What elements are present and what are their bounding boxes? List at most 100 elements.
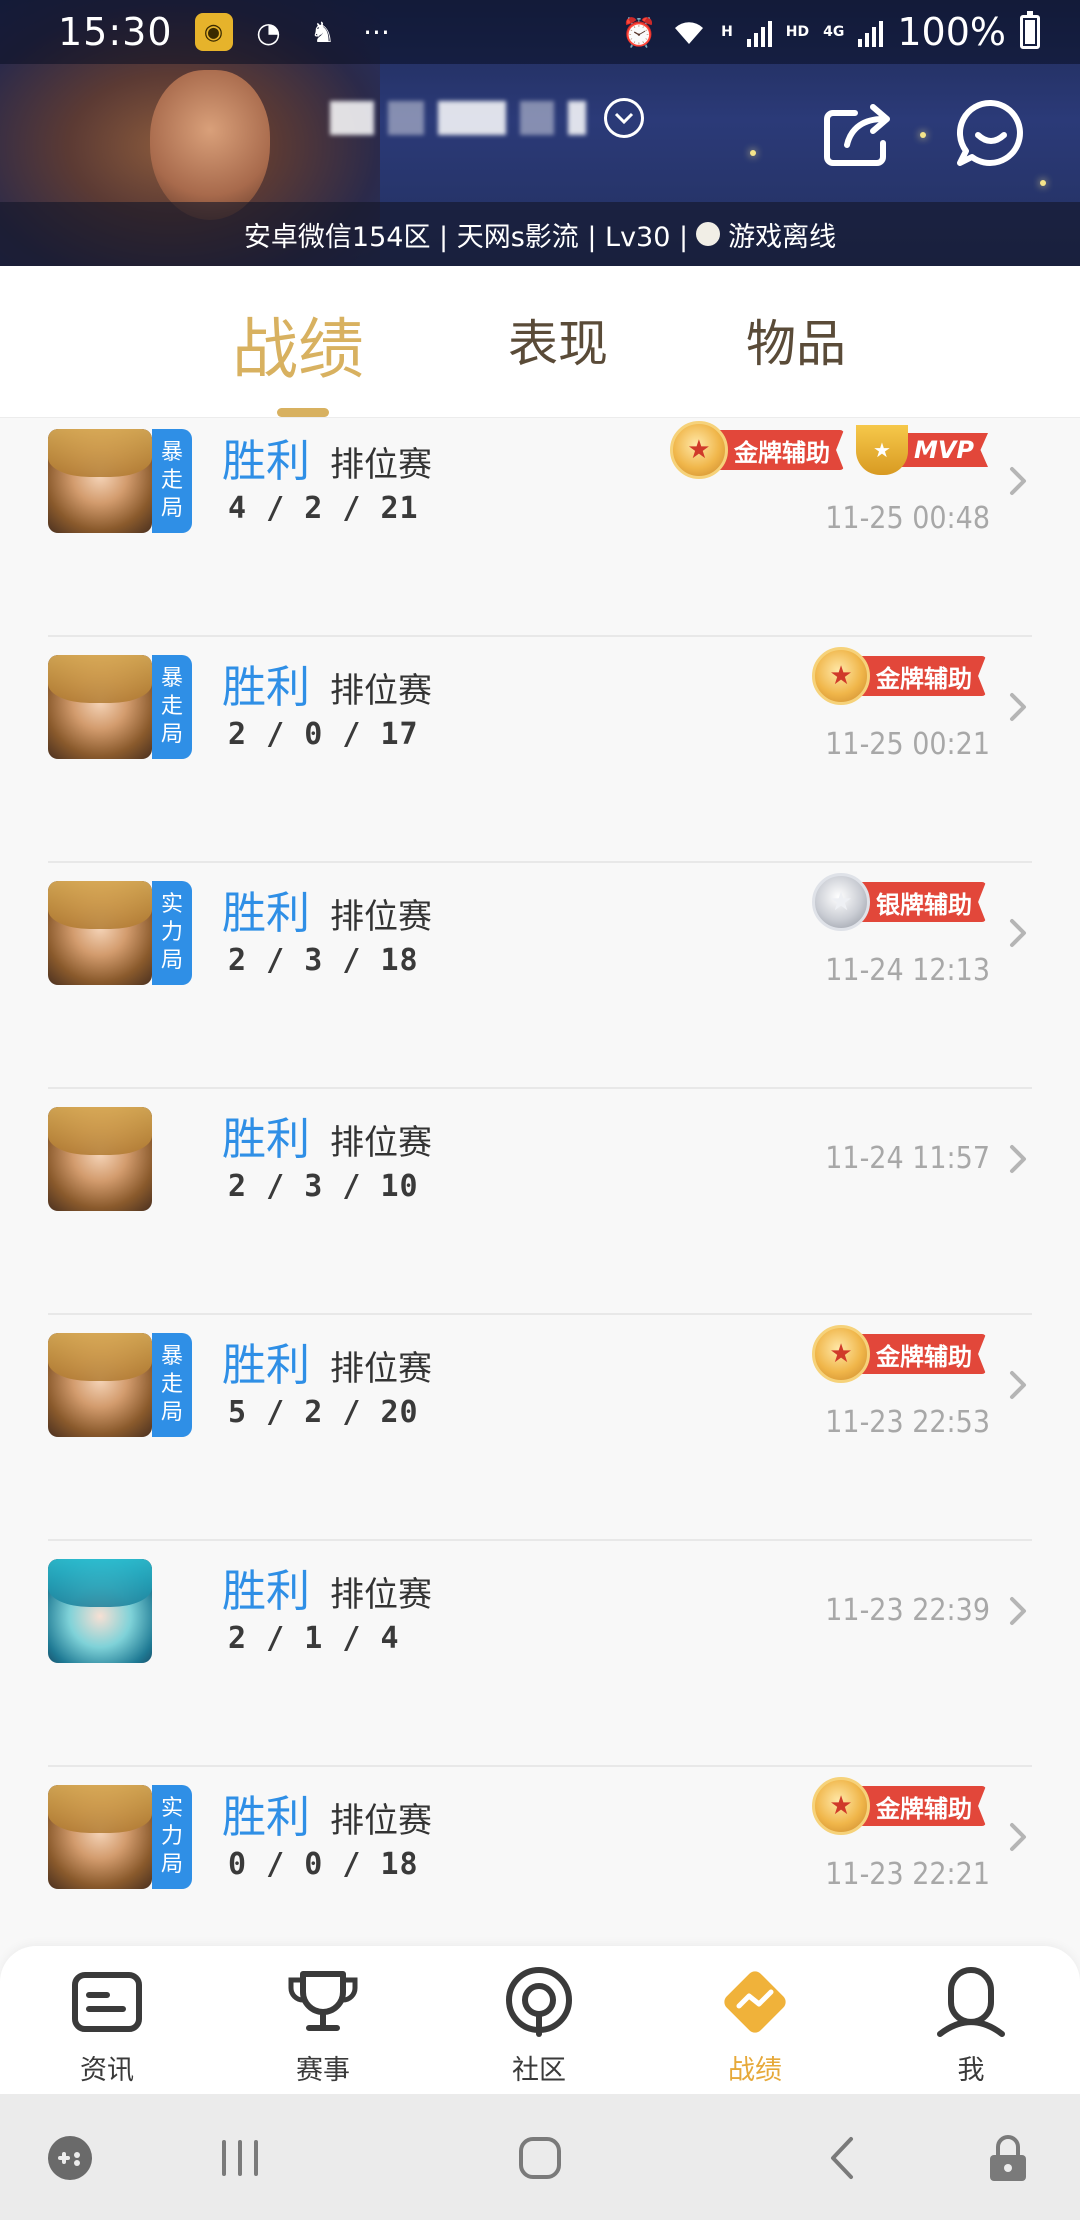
match-row[interactable]: 暴走局胜利 排位赛 4 / 2 / 21 11-25 00:48 ★ 金牌辅助 ★ MVP <box>48 419 1032 637</box>
award-label: 金牌辅助 <box>854 1786 986 1826</box>
chat-icon <box>957 99 1023 166</box>
app-notification-icon: ◉ <box>194 13 233 51</box>
back-button[interactable] <box>812 2130 872 2186</box>
news-icon <box>67 1962 147 2042</box>
nav-me[interactable]: 我 <box>911 1962 1031 2087</box>
match-row[interactable]: 暴走局胜利 排位赛 5 / 2 / 20 11-23 22:53 ★ 金牌辅助 <box>48 1315 1032 1541</box>
sparkle-decoration <box>920 132 926 138</box>
offline-status-dot <box>696 222 721 246</box>
status-bar: 15:30 ◉ ◔ ♞ ··· ⏰ H HD 4G 100% <box>0 0 1080 64</box>
hero-avatar <box>48 1785 152 1889</box>
home-button[interactable] <box>510 2130 570 2186</box>
share-button[interactable] <box>818 96 900 172</box>
award-badge: ★ 金牌辅助 <box>812 1777 986 1835</box>
game-mode-badge: 实力局 <box>152 881 192 985</box>
hero-avatar <box>48 429 152 533</box>
match-result: 胜利 <box>222 436 310 487</box>
match-result: 胜利 <box>222 1340 310 1391</box>
game-notification-icon: ♞ <box>309 15 336 49</box>
chevron-right-icon <box>1004 1139 1032 1179</box>
mvp-trophy-icon: ★ <box>855 425 908 475</box>
match-row[interactable]: 暴走局胜利 排位赛 2 / 0 / 17 11-25 00:21 ★ 金牌辅助 <box>48 637 1032 863</box>
nav-community[interactable]: 社区 <box>479 1962 599 2087</box>
chevron-right-icon <box>1004 1591 1032 1631</box>
chevron-right-icon <box>1004 1365 1032 1405</box>
game-mode-badge: 暴走局 <box>152 429 192 533</box>
community-icon <box>499 1962 579 2042</box>
match-row[interactable]: 胜利 排位赛 2 / 3 / 10 11-24 11:57 <box>48 1089 1032 1315</box>
nav-label: 赛事 <box>296 2055 350 2086</box>
game-mode-badge: 暴走局 <box>152 655 192 759</box>
chevron-right-icon <box>1004 461 1032 501</box>
gamepad-icon <box>48 2136 92 2180</box>
tab-items[interactable]: 物品 <box>746 304 846 376</box>
award-badge: ★ 银牌辅助 <box>812 873 986 931</box>
match-time: 11-23 22:53 <box>825 1405 990 1440</box>
obscured-name-block <box>438 101 506 135</box>
signal-bars-icon <box>746 17 772 47</box>
match-time: 11-25 00:48 <box>825 501 990 536</box>
tab-records[interactable]: 战绩 <box>232 296 364 392</box>
lock-button[interactable] <box>978 2130 1038 2186</box>
chat-button[interactable] <box>950 96 1032 172</box>
hero-avatar-art <box>48 655 152 703</box>
match-row[interactable]: 实力局胜利 排位赛 2 / 3 / 18 11-24 12:13 ★ 银牌辅助 <box>48 863 1032 1089</box>
game-mode-badge: 暴走局 <box>152 1333 192 1437</box>
chevron-right-icon <box>1004 913 1032 953</box>
hero-avatar-art <box>48 1559 152 1607</box>
player-name-row[interactable] <box>330 98 644 138</box>
mvp-badge: ★ MVP <box>855 425 988 475</box>
wifi-icon <box>671 14 707 50</box>
award-label: 银牌辅助 <box>854 882 986 922</box>
award-badge: ★ 金牌辅助 <box>812 647 986 705</box>
chevron-right-icon <box>1004 687 1032 727</box>
match-time: 11-24 12:13 <box>825 953 990 988</box>
nav-label: 资讯 <box>80 2055 134 2086</box>
hero-avatar-art <box>48 1333 152 1381</box>
match-type: 排位赛 <box>330 1801 432 1841</box>
nav-events[interactable]: 赛事 <box>263 1962 383 2087</box>
match-type: 排位赛 <box>330 1575 432 1615</box>
hero-avatar-art <box>48 429 152 477</box>
stats-icon <box>715 1962 795 2042</box>
hero-avatar-art <box>48 1107 152 1155</box>
obscured-name-block <box>520 101 554 135</box>
more-notifications-icon: ··· <box>363 15 390 49</box>
game-launcher-button[interactable] <box>40 2130 100 2186</box>
match-result: 胜利 <box>222 1114 310 1165</box>
network-4g-label: 4G <box>823 24 845 40</box>
clock: 15:30 <box>58 10 173 54</box>
kda-score: 5 / 2 / 20 <box>228 1395 419 1430</box>
battery-icon <box>1020 11 1040 49</box>
network-hd-label: HD <box>785 24 810 40</box>
kda-score: 4 / 2 / 21 <box>228 491 419 526</box>
profile-banner: 15:30 ◉ ◔ ♞ ··· ⏰ H HD 4G 100% 安卓微信154区 … <box>0 0 1080 266</box>
recent-apps-button[interactable] <box>210 2130 270 2186</box>
hero-face-art <box>150 70 270 220</box>
nav-records[interactable]: 战绩 <box>695 1962 815 2087</box>
match-row[interactable]: 胜利 排位赛 2 / 1 / 4 11-23 22:39 <box>48 1541 1032 1767</box>
match-result: 胜利 <box>222 1792 310 1843</box>
match-result: 胜利 <box>222 1566 310 1617</box>
kda-score: 2 / 3 / 10 <box>228 1169 419 1204</box>
kda-score: 2 / 0 / 17 <box>228 717 419 752</box>
match-result: 胜利 <box>222 888 310 939</box>
share-icon <box>824 104 890 166</box>
match-type: 排位赛 <box>330 1349 432 1389</box>
match-type: 排位赛 <box>330 445 432 485</box>
trophy-icon <box>283 1962 363 2042</box>
recent-apps-icon <box>222 2140 258 2176</box>
award-label: 金牌辅助 <box>854 1334 986 1374</box>
nav-label: 战绩 <box>728 2055 782 2086</box>
nav-label: 我 <box>957 2055 985 2086</box>
account-dropdown-icon[interactable] <box>604 98 644 138</box>
match-time: 11-23 22:21 <box>825 1857 990 1892</box>
back-icon <box>831 2137 853 2179</box>
match-row[interactable]: 实力局胜利 排位赛 0 / 0 / 18 11-23 22:21 ★ 金牌辅助 <box>48 1767 1032 1949</box>
award-badge: ★ 金牌辅助 ★ MVP <box>669 421 988 479</box>
gold-medal-icon: ★ <box>812 647 870 705</box>
tab-performance[interactable]: 表现 <box>508 304 608 376</box>
gold-medal-icon: ★ <box>812 1777 870 1835</box>
active-tab-indicator <box>277 408 329 417</box>
nav-news[interactable]: 资讯 <box>47 1962 167 2087</box>
